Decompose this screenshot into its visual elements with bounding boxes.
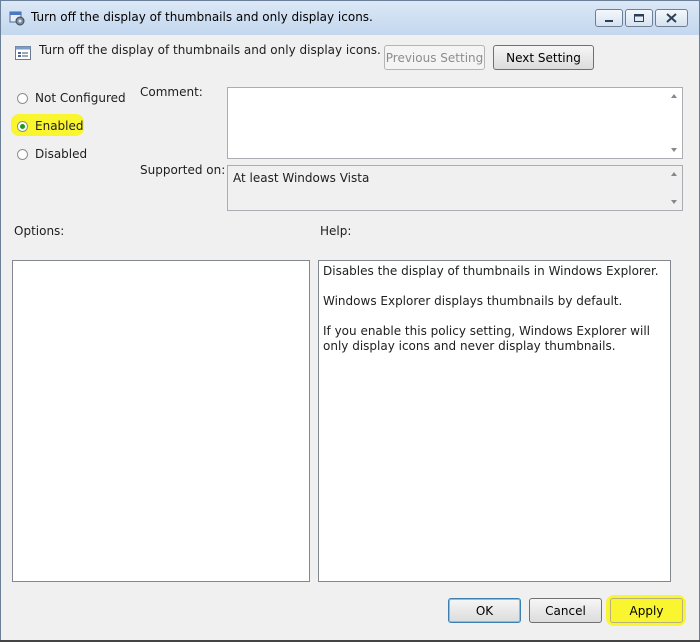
scroll-down-icon[interactable] — [671, 200, 677, 204]
help-paragraph: If you enable this policy setting, Windo… — [323, 324, 650, 353]
radio-button[interactable] — [17, 120, 28, 132]
supported-on-value: At least Windows Vista — [233, 171, 370, 185]
supported-scrollbar[interactable] — [666, 166, 682, 210]
radio-button[interactable] — [17, 148, 28, 160]
policy-name: Turn off the display of thumbnails and o… — [39, 43, 381, 57]
maximize-icon — [634, 14, 644, 22]
policy-setting-icon — [15, 46, 31, 60]
scroll-up-icon[interactable] — [671, 172, 677, 176]
options-panel[interactable] — [12, 260, 310, 582]
cancel-button[interactable]: Cancel — [529, 598, 602, 623]
policy-app-icon — [9, 11, 25, 26]
close-icon — [666, 13, 677, 23]
scroll-down-icon[interactable] — [671, 148, 677, 152]
comment-scrollbar[interactable] — [666, 88, 682, 158]
title-bar[interactable]: Turn off the display of thumbnails and o… — [1, 1, 699, 35]
close-button[interactable] — [655, 9, 688, 27]
supported-on-label: Supported on: — [140, 163, 226, 177]
minimize-button[interactable] — [595, 9, 623, 27]
comment-textarea[interactable] — [227, 87, 683, 159]
radio-label: Enabled — [35, 119, 84, 133]
radio-not-configured[interactable]: Not Configured — [17, 89, 126, 107]
window-title: Turn off the display of thumbnails and o… — [31, 10, 373, 24]
comment-label: Comment: — [140, 85, 203, 99]
ok-button[interactable]: OK — [448, 598, 521, 623]
policy-dialog: Turn off the display of thumbnails and o… — [0, 0, 700, 642]
previous-setting-button[interactable]: Previous Setting — [384, 45, 485, 70]
supported-on-field: At least Windows Vista — [227, 165, 683, 211]
help-paragraph: Disables the display of thumbnails in Wi… — [323, 264, 659, 278]
radio-enabled[interactable]: Enabled — [17, 117, 84, 135]
help-paragraph: Windows Explorer displays thumbnails by … — [323, 294, 623, 308]
radio-label: Disabled — [35, 147, 88, 161]
radio-disabled[interactable]: Disabled — [17, 145, 87, 163]
radio-button[interactable] — [17, 92, 28, 104]
radio-label: Not Configured — [35, 91, 126, 105]
options-label: Options: — [14, 224, 65, 238]
help-text: Disables the display of thumbnails in Wi… — [323, 264, 664, 369]
next-setting-button[interactable]: Next Setting — [493, 45, 594, 70]
help-label: Help: — [320, 224, 352, 238]
minimize-icon — [605, 20, 613, 22]
help-panel[interactable]: Disables the display of thumbnails in Wi… — [318, 260, 671, 582]
maximize-button[interactable] — [625, 9, 653, 27]
apply-button[interactable]: Apply — [610, 598, 683, 623]
scroll-up-icon[interactable] — [671, 94, 677, 98]
